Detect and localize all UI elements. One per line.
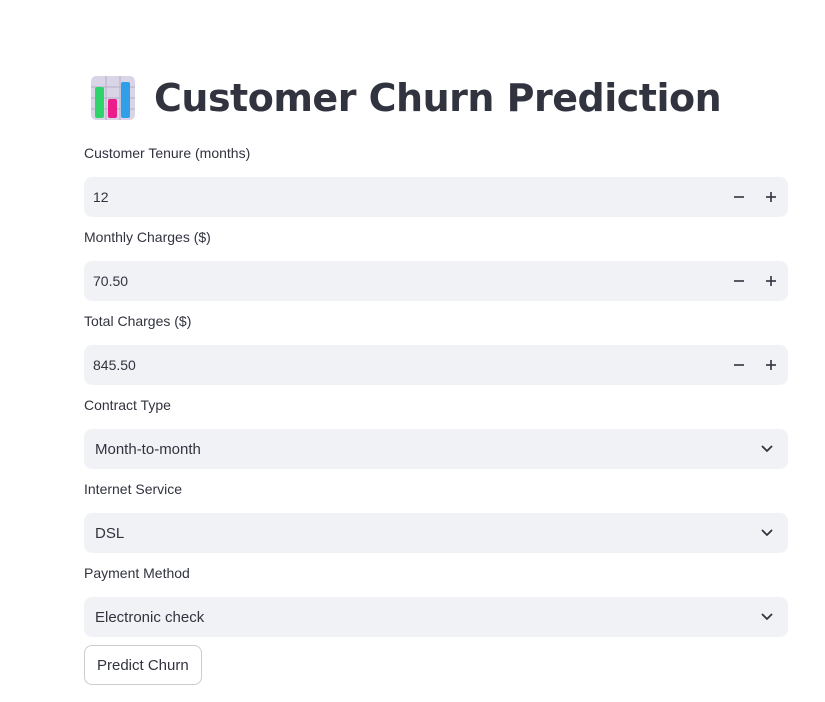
tenure-field: Customer Tenure (months) <box>84 143 788 217</box>
internet-service-field: Internet Service DSL <box>84 479 788 553</box>
monthly-charges-increment-button[interactable] <box>755 261 787 301</box>
internet-service-select[interactable]: DSL <box>84 513 788 553</box>
minus-icon <box>734 364 744 366</box>
minus-icon <box>734 280 744 282</box>
total-charges-decrement-button[interactable] <box>723 345 755 385</box>
chevron-down-icon <box>761 529 773 536</box>
monthly-charges-decrement-button[interactable] <box>723 261 755 301</box>
page-title: Customer Churn Prediction <box>154 76 722 120</box>
title-row: Customer Churn Prediction <box>90 72 722 124</box>
payment-method-select[interactable]: Electronic check <box>84 597 788 637</box>
minus-icon <box>734 196 744 198</box>
chevron-down-icon <box>761 445 773 452</box>
contract-type-field: Contract Type Month-to-month <box>84 395 788 469</box>
payment-method-field: Payment Method Electronic check <box>84 563 788 637</box>
predict-churn-button[interactable]: Predict Churn <box>84 645 202 685</box>
total-charges-field: Total Charges ($) <box>84 311 788 385</box>
contract-type-selected-value: Month-to-month <box>95 440 201 458</box>
contract-type-select[interactable]: Month-to-month <box>84 429 788 469</box>
monthly-charges-number-input <box>84 261 788 301</box>
plus-icon <box>766 360 776 370</box>
payment-method-label: Payment Method <box>84 565 190 581</box>
chevron-down-icon <box>761 613 773 620</box>
tenure-decrement-button[interactable] <box>723 177 755 217</box>
monthly-charges-label: Monthly Charges ($) <box>84 229 211 245</box>
total-charges-increment-button[interactable] <box>755 345 787 385</box>
monthly-charges-input[interactable] <box>84 261 693 301</box>
plus-icon <box>766 192 776 202</box>
app-root: Customer Churn Prediction Customer Tenur… <box>0 0 825 702</box>
contract-type-label: Contract Type <box>84 397 171 413</box>
total-charges-number-input <box>84 345 788 385</box>
monthly-charges-field: Monthly Charges ($) <box>84 227 788 301</box>
tenure-label: Customer Tenure (months) <box>84 145 251 161</box>
payment-method-selected-value: Electronic check <box>95 608 205 626</box>
total-charges-label: Total Charges ($) <box>84 313 192 329</box>
tenure-number-input <box>84 177 788 217</box>
internet-service-selected-value: DSL <box>95 524 125 542</box>
internet-service-label: Internet Service <box>84 481 183 497</box>
total-charges-input[interactable] <box>84 345 693 385</box>
plus-icon <box>766 276 776 286</box>
bar-chart-icon <box>91 76 135 120</box>
tenure-input[interactable] <box>84 177 693 217</box>
tenure-increment-button[interactable] <box>755 177 787 217</box>
